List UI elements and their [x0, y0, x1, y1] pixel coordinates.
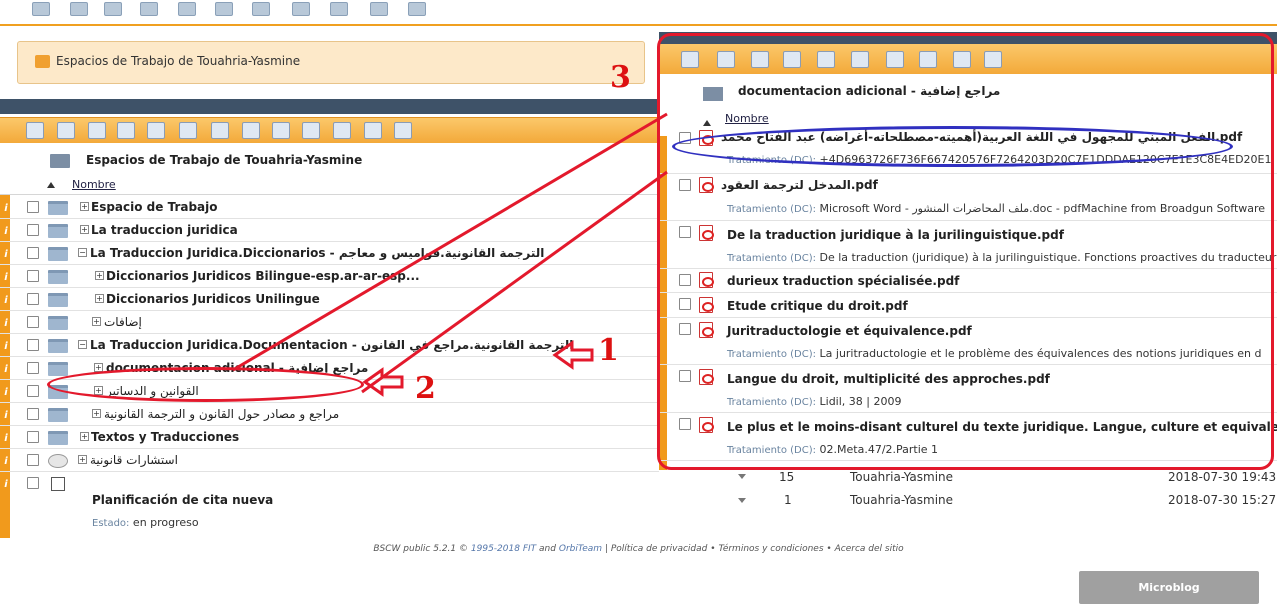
annotation-number-2: 2 [415, 371, 436, 406]
annotation-arrow-1 [552, 340, 594, 370]
footer-terms-link[interactable]: Términos y condiciones [718, 544, 823, 554]
footer-fit-link[interactable]: FIT [523, 544, 536, 554]
annotation-overlay [232, 112, 668, 397]
annotation-number-3: 3 [610, 60, 631, 95]
microblog-button[interactable]: Microblog [1079, 571, 1259, 604]
footer-and: and [539, 544, 556, 554]
footer-separator: • [826, 544, 832, 554]
footer-version: BSCW public 5.2.1 © [373, 544, 469, 554]
annotation-arrow-2 [362, 367, 404, 397]
footer-separator: • [710, 544, 716, 554]
annotation-line [232, 112, 668, 372]
annotation-number-1: 1 [598, 333, 619, 368]
footer-privacy-link[interactable]: | Política de privacidad [605, 544, 707, 554]
footer-about-link[interactable]: Acerca del sitio [835, 544, 904, 554]
footer-years-link[interactable]: 1995-2018 [471, 544, 520, 554]
footer: BSCW public 5.2.1 © 1995-2018 FIT and Or… [0, 544, 1277, 554]
footer-orbiteam-link[interactable]: OrbiTeam [559, 544, 602, 554]
